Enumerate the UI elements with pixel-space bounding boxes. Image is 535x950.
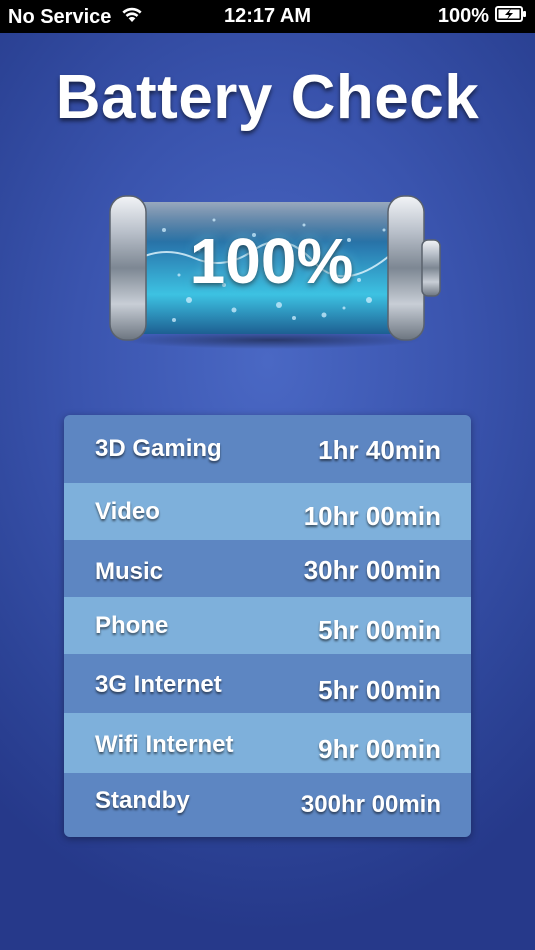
usage-value: 5hr 00min	[318, 675, 441, 705]
usage-label: Standby	[95, 787, 190, 814]
usage-label: 3D Gaming	[95, 435, 222, 462]
usage-label: Video	[95, 498, 160, 525]
usage-label: Music	[95, 558, 164, 585]
usage-row-video: Video 10hr 00min	[64, 483, 471, 540]
battery-graphic: 100%	[104, 190, 444, 350]
battery-level-text: 100%	[189, 225, 354, 297]
usage-row-standby: Standby 300hr 00min	[64, 773, 471, 837]
usage-row-phone: Phone 5hr 00min	[64, 597, 471, 654]
usage-label: Phone	[95, 612, 169, 639]
usage-label: 3G Internet	[95, 671, 222, 698]
usage-value: 300hr 00min	[300, 791, 441, 818]
battery-charging-icon	[489, 5, 527, 28]
usage-value: 9hr 00min	[318, 734, 441, 764]
usage-row-3d-gaming: 3D Gaming 1hr 40min	[64, 415, 471, 483]
usage-value: 10hr 00min	[303, 501, 441, 531]
usage-value: 30hr 00min	[303, 555, 441, 585]
battery-percent-label: 100%	[437, 5, 489, 27]
usage-row-wifi-internet: Wifi Internet 9hr 00min	[64, 713, 471, 773]
usage-row-music: Music 30hr 00min	[64, 540, 471, 597]
usage-table: 3D Gaming 1hr 40min Video 10hr 00min Mus…	[64, 415, 471, 837]
status-bar: No Service 12:17 AM 100%	[0, 0, 535, 33]
app-title: Battery Check	[55, 63, 480, 132]
usage-value: 1hr 40min	[318, 435, 441, 465]
usage-row-3g-internet: 3G Internet 5hr 00min	[64, 654, 471, 713]
status-right: 100%	[438, 5, 527, 28]
usage-value: 5hr 00min	[318, 615, 441, 645]
usage-label: Wifi Internet	[95, 731, 234, 758]
